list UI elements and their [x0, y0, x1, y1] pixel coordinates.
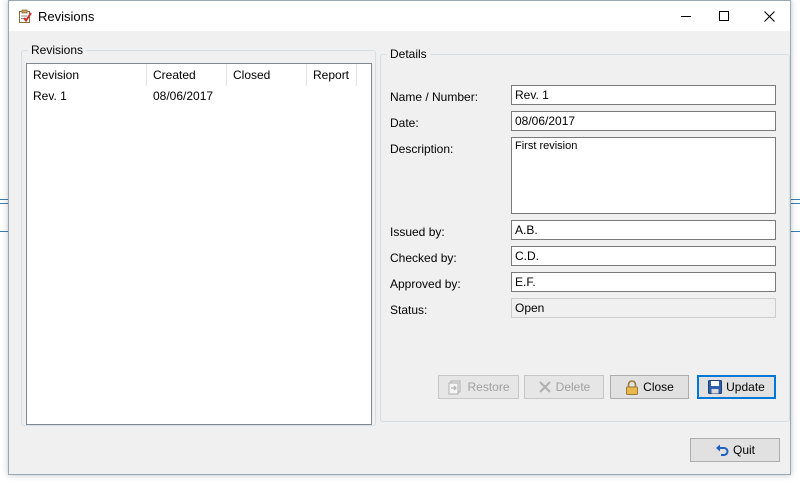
date-field[interactable]: [511, 111, 776, 131]
approved-by-field[interactable]: [511, 272, 776, 292]
description-field[interactable]: First revision: [511, 137, 776, 214]
date-label: Date:: [390, 116, 419, 130]
created-cell: 08/06/2017: [153, 89, 214, 103]
column-header-closed[interactable]: Closed: [227, 64, 307, 86]
status-field: [511, 298, 776, 318]
revisions-group-label: Revisions: [28, 43, 87, 57]
lock-icon: [626, 379, 639, 395]
issued-by-label: Issued by:: [390, 225, 445, 239]
delete-button-label: Delete: [555, 380, 591, 394]
minimize-icon: [681, 16, 691, 17]
quit-button[interactable]: Quit: [690, 438, 780, 462]
quit-button-label: Quit: [732, 443, 755, 457]
title-bar[interactable]: Revisions: [9, 1, 790, 31]
close-window-button[interactable]: [746, 1, 792, 31]
delete-icon: [538, 381, 551, 393]
background-window-edge: [0, 199, 8, 200]
name-field[interactable]: [511, 85, 776, 105]
close-icon: [763, 10, 775, 22]
close-revision-button[interactable]: Close: [610, 375, 689, 399]
window-title: Revisions: [38, 9, 95, 24]
revision-cell: Rev. 1: [33, 89, 67, 103]
maximize-button[interactable]: [701, 1, 747, 31]
update-button[interactable]: Update: [697, 375, 776, 399]
restore-button-label: Restore: [467, 380, 510, 394]
close-button-label: Close: [643, 380, 674, 394]
save-icon: [708, 380, 723, 394]
delete-button[interactable]: Delete: [524, 375, 604, 399]
revisions-group: Revisions Revision Created Closed Report…: [21, 43, 376, 426]
list-item[interactable]: Rev. 1 08/06/2017: [27, 87, 371, 105]
revisions-list[interactable]: Revision Created Closed Report Rev. 1 08…: [26, 63, 372, 425]
checked-by-field[interactable]: [511, 246, 776, 266]
background-window-edge: [0, 203, 8, 204]
details-group: Details Name / Number: Date: Description…: [380, 47, 790, 422]
update-button-label: Update: [726, 380, 765, 394]
maximize-icon: [719, 11, 729, 21]
checked-by-label: Checked by:: [390, 251, 457, 265]
name-label: Name / Number:: [390, 90, 479, 104]
description-label: Description:: [390, 142, 454, 156]
undo-arrow-icon: [715, 444, 729, 456]
revisions-dialog: Revisions Revisions Revision Created Clo…: [8, 0, 791, 475]
clipboard-check-icon: [18, 9, 32, 23]
background-window-edge: [0, 231, 8, 232]
restore-icon: [448, 380, 461, 395]
status-label: Status:: [390, 303, 428, 317]
background-window-edge: [791, 231, 800, 232]
details-group-label: Details: [387, 47, 430, 61]
restore-button[interactable]: Restore: [438, 375, 519, 399]
background-window-edge: [791, 199, 800, 200]
column-header-revision[interactable]: Revision: [27, 64, 147, 86]
approved-by-label: Approved by:: [390, 277, 461, 291]
column-header-created[interactable]: Created: [147, 64, 227, 86]
background-window-edge: [791, 203, 800, 204]
issued-by-field[interactable]: [511, 220, 776, 240]
column-header-report[interactable]: Report: [307, 64, 357, 86]
revisions-list-header: Revision Created Closed Report: [27, 64, 371, 86]
